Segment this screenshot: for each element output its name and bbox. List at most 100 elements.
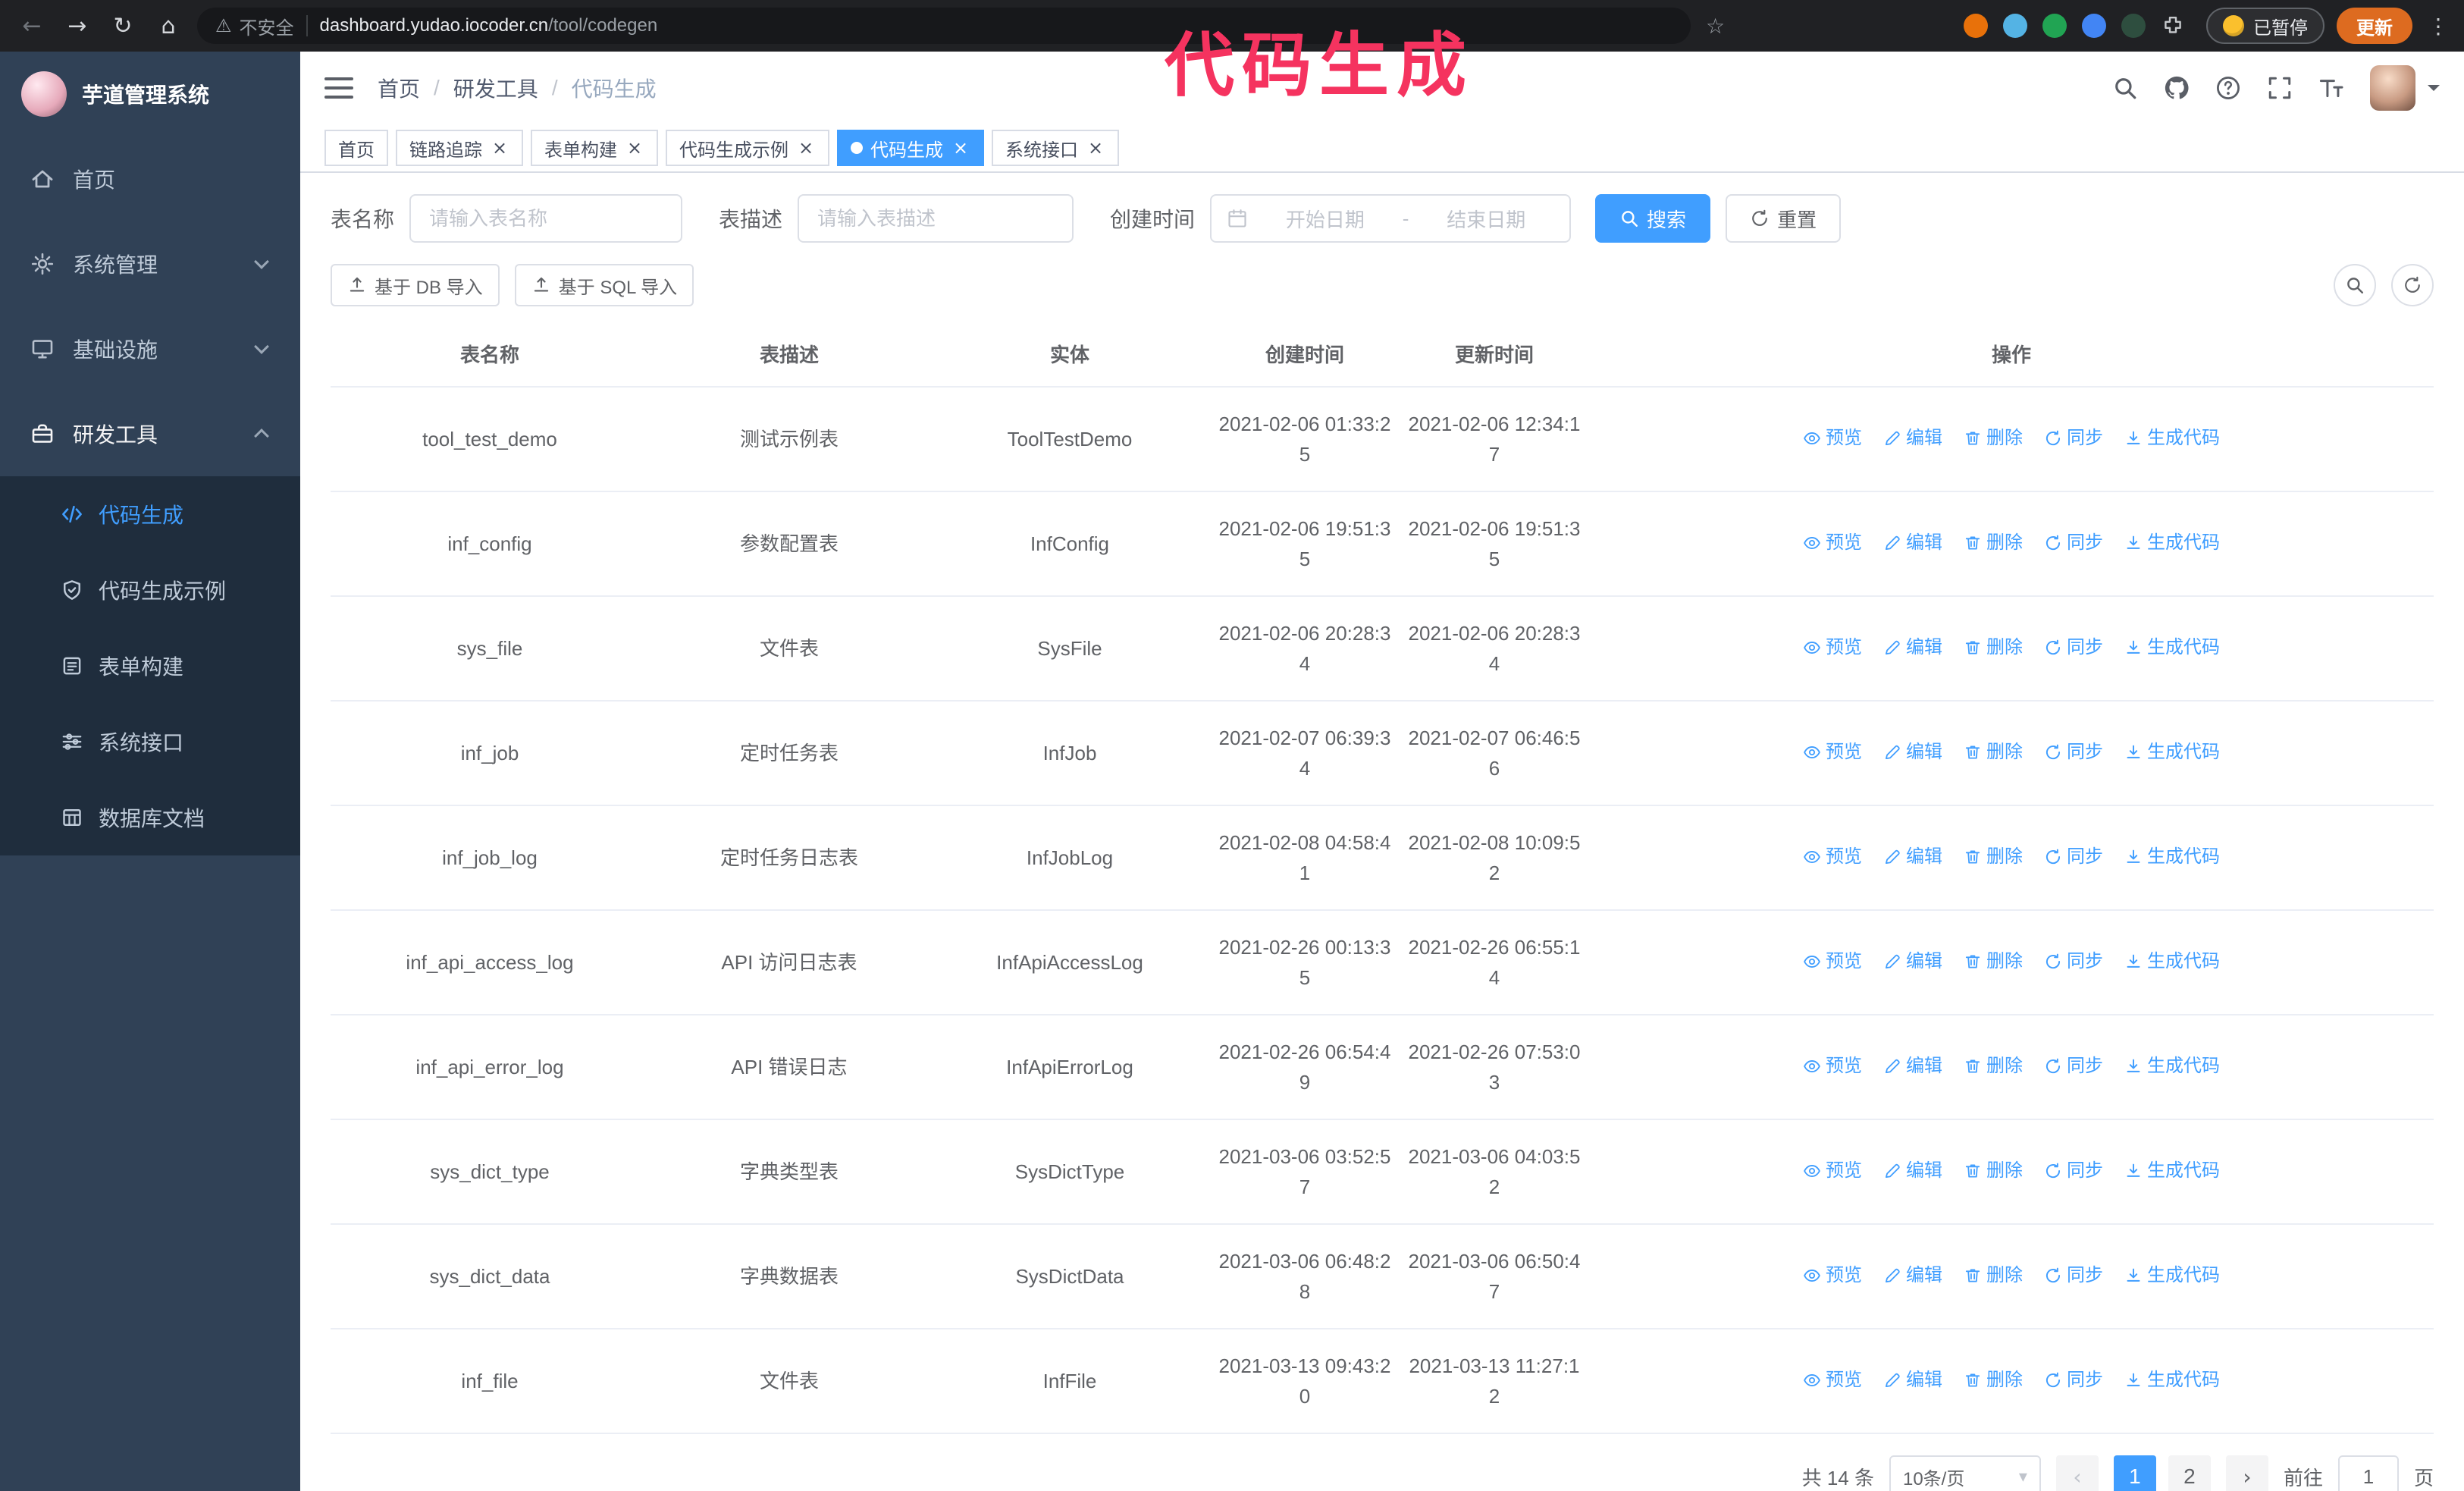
- sidebar-item-codegen-demo[interactable]: 代码生成示例: [0, 552, 300, 628]
- import-sql-button[interactable]: 基于 SQL 导入: [514, 264, 694, 306]
- delete-link[interactable]: 删除: [1964, 1365, 2023, 1395]
- sync-link[interactable]: 同步: [2044, 737, 2103, 767]
- generate-code-link[interactable]: 生成代码: [2124, 1260, 2220, 1291]
- sync-link[interactable]: 同步: [2044, 1051, 2103, 1081]
- preview-link[interactable]: 预览: [1803, 737, 1862, 767]
- page-button-2[interactable]: 2: [2168, 1455, 2211, 1491]
- delete-link[interactable]: 删除: [1964, 1260, 2023, 1291]
- sync-link[interactable]: 同步: [2044, 1156, 2103, 1186]
- import-db-button[interactable]: 基于 DB 导入: [331, 264, 500, 306]
- generate-code-link[interactable]: 生成代码: [2124, 946, 2220, 977]
- user-avatar[interactable]: [2370, 65, 2415, 111]
- profile-chip[interactable]: 已暂停: [2206, 8, 2324, 44]
- breadcrumb-item[interactable]: 研发工具: [453, 73, 538, 103]
- edit-link[interactable]: 编辑: [1883, 737, 1942, 767]
- search-button[interactable]: 搜索: [1595, 194, 1711, 243]
- extension-icon[interactable]: [2003, 14, 2027, 38]
- forward-button[interactable]: →: [61, 13, 94, 39]
- sync-link[interactable]: 同步: [2044, 842, 2103, 872]
- generate-code-link[interactable]: 生成代码: [2124, 632, 2220, 663]
- generate-code-link[interactable]: 生成代码: [2124, 842, 2220, 872]
- close-icon[interactable]: ×: [951, 137, 970, 159]
- help-icon[interactable]: [2215, 75, 2241, 101]
- search-icon[interactable]: [2112, 75, 2138, 101]
- generate-code-link[interactable]: 生成代码: [2124, 1051, 2220, 1081]
- edit-link[interactable]: 编辑: [1883, 1051, 1942, 1081]
- back-button[interactable]: ←: [15, 13, 49, 39]
- delete-link[interactable]: 删除: [1964, 632, 2023, 663]
- preview-link[interactable]: 预览: [1803, 1260, 1862, 1291]
- sync-link[interactable]: 同步: [2044, 946, 2103, 977]
- sync-link[interactable]: 同步: [2044, 1260, 2103, 1291]
- chevron-down-icon[interactable]: [2428, 85, 2440, 97]
- extension-icon[interactable]: [2082, 14, 2106, 38]
- next-page-button[interactable]: ›: [2225, 1455, 2268, 1491]
- edit-link[interactable]: 编辑: [1883, 842, 1942, 872]
- close-icon[interactable]: ×: [625, 137, 644, 159]
- tab-0[interactable]: 首页: [324, 130, 388, 166]
- prev-page-button[interactable]: ‹: [2055, 1455, 2099, 1491]
- edit-link[interactable]: 编辑: [1883, 528, 1942, 558]
- tab-1[interactable]: 链路追踪 ×: [396, 130, 523, 166]
- preview-link[interactable]: 预览: [1803, 946, 1862, 977]
- preview-link[interactable]: 预览: [1803, 528, 1862, 558]
- reload-button[interactable]: ↻: [106, 13, 140, 39]
- delete-link[interactable]: 删除: [1964, 946, 2023, 977]
- menu-kebab-icon[interactable]: ⋮: [2428, 14, 2449, 39]
- delete-link[interactable]: 删除: [1964, 528, 2023, 558]
- sidebar-item-api[interactable]: 系统接口: [0, 704, 300, 780]
- edit-link[interactable]: 编辑: [1883, 632, 1942, 663]
- sidebar-item-db-doc[interactable]: 数据库文档: [0, 780, 300, 855]
- preview-link[interactable]: 预览: [1803, 1051, 1862, 1081]
- sidebar-item-form-builder[interactable]: 表单构建: [0, 628, 300, 704]
- date-range-picker[interactable]: 开始日期 - 结束日期: [1210, 194, 1572, 243]
- delete-link[interactable]: 删除: [1964, 737, 2023, 767]
- extension-icon[interactable]: [2042, 14, 2067, 38]
- edit-link[interactable]: 编辑: [1883, 1260, 1942, 1291]
- bookmark-star-icon[interactable]: ☆: [1706, 14, 1725, 39]
- sidebar-item-system[interactable]: 系统管理: [0, 221, 300, 306]
- preview-link[interactable]: 预览: [1803, 1156, 1862, 1186]
- generate-code-link[interactable]: 生成代码: [2124, 528, 2220, 558]
- goto-page-input[interactable]: [2337, 1455, 2399, 1491]
- extension-icon[interactable]: [2121, 14, 2146, 38]
- generate-code-link[interactable]: 生成代码: [2124, 1365, 2220, 1395]
- breadcrumb-item[interactable]: 首页: [378, 73, 420, 103]
- edit-link[interactable]: 编辑: [1883, 946, 1942, 977]
- delete-link[interactable]: 删除: [1964, 842, 2023, 872]
- github-icon[interactable]: [2164, 75, 2190, 101]
- sync-link[interactable]: 同步: [2044, 632, 2103, 663]
- refresh-button[interactable]: [2391, 264, 2434, 306]
- preview-link[interactable]: 预览: [1803, 842, 1862, 872]
- edit-link[interactable]: 编辑: [1883, 1156, 1942, 1186]
- tab-3[interactable]: 代码生成示例 ×: [666, 130, 829, 166]
- table-desc-input[interactable]: [798, 194, 1074, 243]
- fullscreen-icon[interactable]: [2267, 75, 2293, 101]
- tab-2[interactable]: 表单构建 ×: [531, 130, 658, 166]
- font-size-icon[interactable]: [2318, 75, 2344, 101]
- close-icon[interactable]: ×: [490, 137, 509, 159]
- edit-link[interactable]: 编辑: [1883, 423, 1942, 454]
- reset-button[interactable]: 重置: [1726, 194, 1842, 243]
- generate-code-link[interactable]: 生成代码: [2124, 423, 2220, 454]
- delete-link[interactable]: 删除: [1964, 1051, 2023, 1081]
- toggle-search-button[interactable]: [2334, 264, 2376, 306]
- extensions-puzzle-icon[interactable]: [2161, 14, 2185, 38]
- preview-link[interactable]: 预览: [1803, 423, 1862, 454]
- page-size-select[interactable]: 10条/页 ▾: [1889, 1455, 2041, 1491]
- sidebar-item-home[interactable]: 首页: [0, 137, 300, 221]
- preview-link[interactable]: 预览: [1803, 632, 1862, 663]
- preview-link[interactable]: 预览: [1803, 1365, 1862, 1395]
- home-button[interactable]: ⌂: [152, 13, 185, 39]
- sidebar-item-devtools[interactable]: 研发工具: [0, 391, 300, 476]
- hamburger-icon[interactable]: [324, 77, 353, 99]
- edit-link[interactable]: 编辑: [1883, 1365, 1942, 1395]
- sync-link[interactable]: 同步: [2044, 423, 2103, 454]
- tab-5[interactable]: 系统接口 ×: [992, 130, 1119, 166]
- close-icon[interactable]: ×: [796, 137, 816, 159]
- logo[interactable]: 芋道管理系统: [0, 52, 300, 137]
- delete-link[interactable]: 删除: [1964, 1156, 2023, 1186]
- delete-link[interactable]: 删除: [1964, 423, 2023, 454]
- sidebar-item-infra[interactable]: 基础设施: [0, 306, 300, 391]
- sidebar-item-codegen[interactable]: 代码生成: [0, 476, 300, 552]
